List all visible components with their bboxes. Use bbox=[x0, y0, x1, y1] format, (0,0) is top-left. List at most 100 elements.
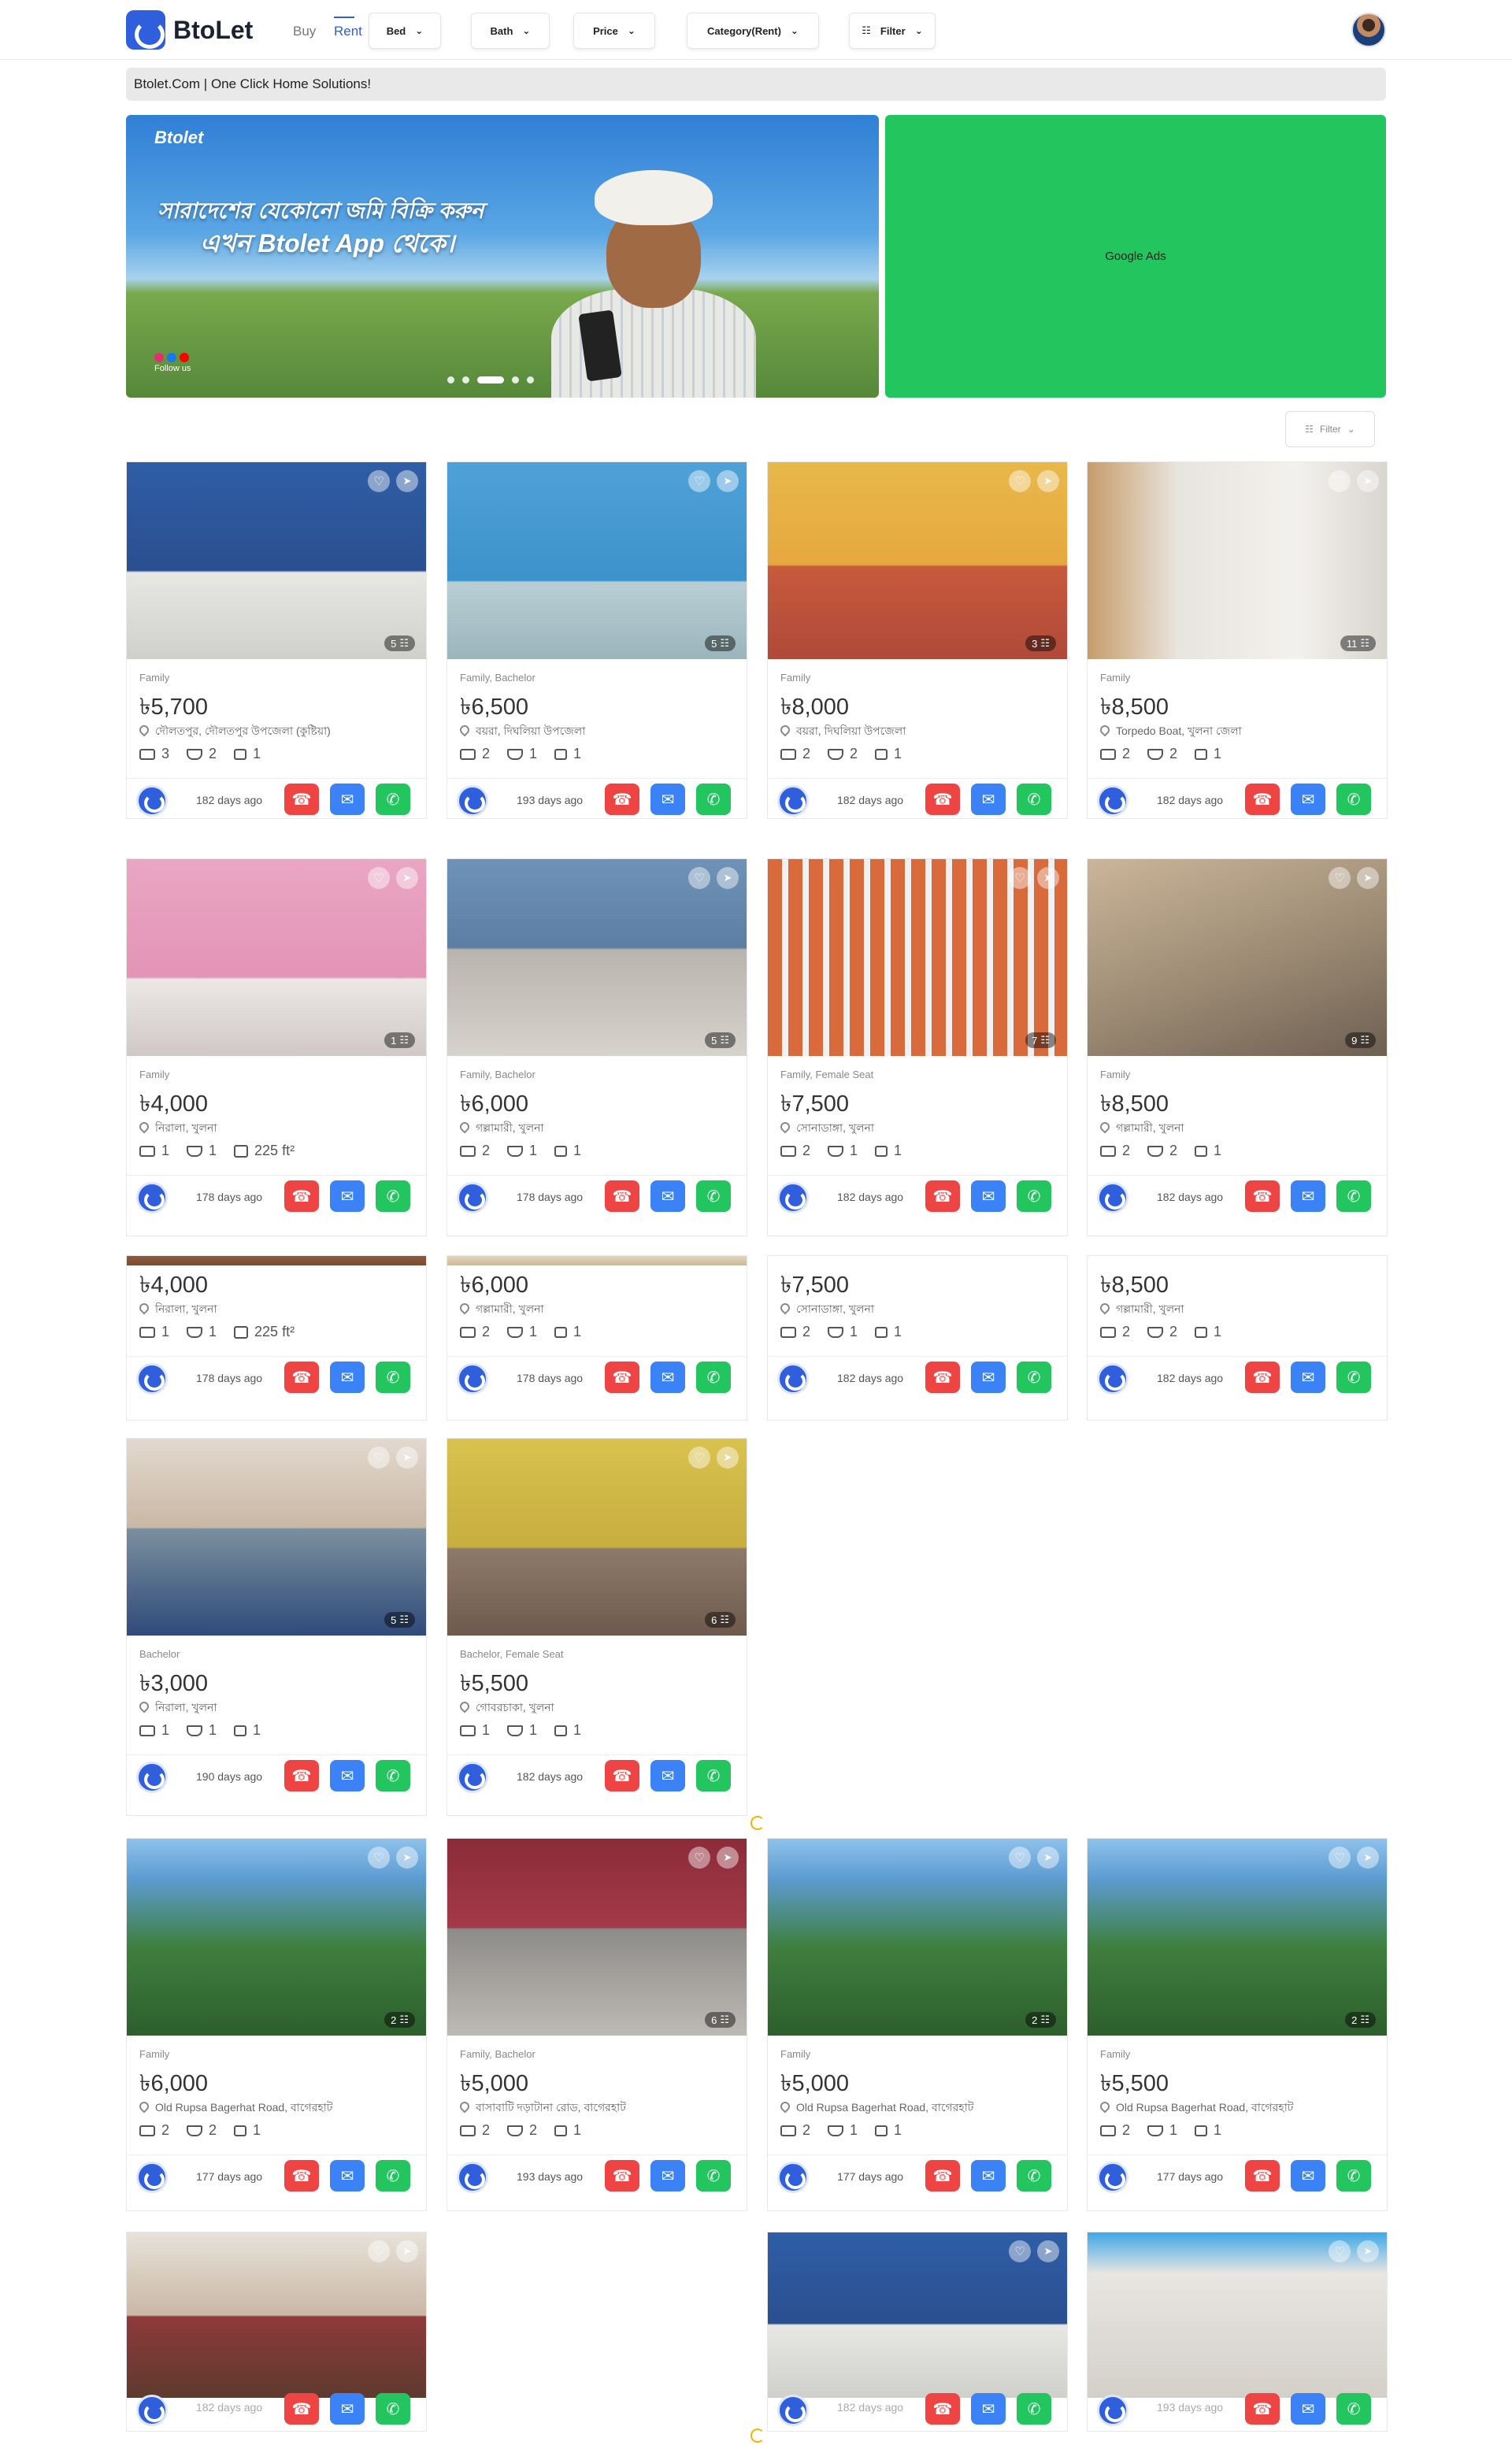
whatsapp-icon[interactable]: ✆ bbox=[376, 1180, 410, 1212]
owner-avatar[interactable] bbox=[136, 1182, 168, 1213]
owner-avatar[interactable] bbox=[1097, 2395, 1128, 2426]
heart-icon[interactable]: ♡ bbox=[1009, 867, 1031, 889]
email-icon[interactable]: ✉ bbox=[330, 2160, 365, 2192]
phone-icon[interactable]: ☎ bbox=[1245, 1180, 1280, 1212]
listing-card[interactable]: ♡ ➤ 11 ☷ Family ৳8,500 Torpedo Boat, খুলন… bbox=[1087, 461, 1388, 819]
whatsapp-icon[interactable]: ✆ bbox=[1336, 2393, 1371, 2425]
rent-tab[interactable]: Rent bbox=[334, 17, 362, 39]
owner-avatar[interactable] bbox=[777, 1182, 809, 1213]
whatsapp-icon[interactable]: ✆ bbox=[376, 1760, 410, 1791]
phone-icon[interactable]: ☎ bbox=[1245, 784, 1280, 815]
email-icon[interactable]: ✉ bbox=[330, 1760, 365, 1791]
listing-card[interactable]: ♡ ➤ 5 ☷ Family, Bachelor ৳6,500 বয়রা, দি… bbox=[447, 461, 747, 819]
phone-icon[interactable]: ☎ bbox=[284, 1180, 319, 1212]
share-icon[interactable]: ➤ bbox=[1037, 2240, 1059, 2262]
whatsapp-icon[interactable]: ✆ bbox=[376, 2393, 410, 2425]
share-icon[interactable]: ➤ bbox=[1037, 470, 1059, 492]
whatsapp-icon[interactable]: ✆ bbox=[376, 1362, 410, 1393]
bath-dropdown[interactable]: Bath ⌄ bbox=[471, 13, 550, 49]
share-icon[interactable]: ➤ bbox=[1037, 867, 1059, 889]
phone-icon[interactable]: ☎ bbox=[605, 1760, 639, 1791]
owner-avatar[interactable] bbox=[457, 1363, 488, 1395]
email-icon[interactable]: ✉ bbox=[1291, 2160, 1325, 2192]
phone-icon[interactable]: ☎ bbox=[925, 2160, 960, 2192]
whatsapp-icon[interactable]: ✆ bbox=[696, 1760, 731, 1791]
listing-photo[interactable]: ♡ ➤ 5 ☷ bbox=[447, 462, 747, 659]
share-icon[interactable]: ➤ bbox=[1037, 1847, 1059, 1869]
phone-icon[interactable]: ☎ bbox=[284, 2393, 319, 2425]
listing-card[interactable]: ♡ ➤ 5 ☷ Family, Bachelor ৳6,000 গল্লামারী… bbox=[447, 858, 747, 1236]
phone-icon[interactable]: ☎ bbox=[605, 784, 639, 815]
owner-avatar[interactable] bbox=[136, 1363, 168, 1395]
heart-icon[interactable]: ♡ bbox=[688, 1447, 710, 1469]
phone-icon[interactable]: ☎ bbox=[1245, 2160, 1280, 2192]
listing-photo[interactable]: ♡ ➤ 2 ☷ bbox=[768, 1839, 1067, 2036]
listing-photo[interactable]: ♡ ➤ 2 ☷ bbox=[1088, 1839, 1387, 2036]
whatsapp-icon[interactable]: ✆ bbox=[1017, 784, 1051, 815]
carousel-dot[interactable] bbox=[512, 376, 519, 383]
listing-photo[interactable]: ♡ ➤ 6 ☷ bbox=[447, 1439, 747, 1636]
phone-icon[interactable]: ☎ bbox=[1245, 1362, 1280, 1393]
email-icon[interactable]: ✉ bbox=[971, 784, 1006, 815]
email-icon[interactable]: ✉ bbox=[330, 2393, 365, 2425]
whatsapp-icon[interactable]: ✆ bbox=[1336, 784, 1371, 815]
owner-avatar[interactable] bbox=[457, 1762, 488, 1793]
share-icon[interactable]: ➤ bbox=[396, 2240, 418, 2262]
owner-avatar[interactable] bbox=[777, 2395, 809, 2426]
listing-card[interactable]: ৳7,500 সোনাডাঙ্গা, খুলনা 211 182 days ag… bbox=[767, 1255, 1068, 1421]
heart-icon[interactable]: ♡ bbox=[688, 470, 710, 492]
listing-filter-button[interactable]: ☷ Filter ⌄ bbox=[1285, 411, 1375, 447]
bed-dropdown[interactable]: Bed ⌄ bbox=[369, 13, 441, 49]
share-icon[interactable]: ➤ bbox=[1357, 1847, 1379, 1869]
listing-photo[interactable]: ♡ ➤ 9 ☷ bbox=[1088, 859, 1387, 1056]
whatsapp-icon[interactable]: ✆ bbox=[1336, 1180, 1371, 1212]
heart-icon[interactable]: ♡ bbox=[1329, 2240, 1351, 2262]
share-icon[interactable]: ➤ bbox=[717, 470, 739, 492]
email-icon[interactable]: ✉ bbox=[330, 784, 365, 815]
listing-card[interactable]: ♡ ➤ 6 ☷ Bachelor, Female Seat ৳5,500 গোবর… bbox=[447, 1438, 747, 1816]
email-icon[interactable]: ✉ bbox=[1291, 784, 1325, 815]
heart-icon[interactable]: ♡ bbox=[1329, 470, 1351, 492]
phone-icon[interactable]: ☎ bbox=[284, 1760, 319, 1791]
whatsapp-icon[interactable]: ✆ bbox=[696, 2160, 731, 2192]
phone-icon[interactable]: ☎ bbox=[925, 1362, 960, 1393]
whatsapp-icon[interactable]: ✆ bbox=[696, 1362, 731, 1393]
heart-icon[interactable]: ♡ bbox=[1329, 867, 1351, 889]
email-icon[interactable]: ✉ bbox=[971, 1180, 1006, 1212]
heart-icon[interactable]: ♡ bbox=[1329, 1847, 1351, 1869]
heart-icon[interactable]: ♡ bbox=[368, 470, 390, 492]
share-icon[interactable]: ➤ bbox=[717, 867, 739, 889]
phone-icon[interactable]: ☎ bbox=[925, 784, 960, 815]
carousel-dot[interactable] bbox=[477, 376, 504, 383]
email-icon[interactable]: ✉ bbox=[1291, 1180, 1325, 1212]
listing-photo[interactable]: ♡ ➤ bbox=[768, 2232, 1067, 2398]
listing-photo[interactable]: ♡ ➤ 11 ☷ bbox=[1088, 462, 1387, 659]
whatsapp-icon[interactable]: ✆ bbox=[1336, 2160, 1371, 2192]
listing-photo[interactable]: ♡ ➤ 3 ☷ bbox=[768, 462, 1067, 659]
phone-icon[interactable]: ☎ bbox=[1245, 2393, 1280, 2425]
owner-avatar[interactable] bbox=[136, 1762, 168, 1793]
listing-card[interactable]: ৳8,500 গল্লামারী, খুলনা 221 182 days ago… bbox=[1087, 1255, 1388, 1421]
listing-photo[interactable]: ♡ ➤ 2 ☷ bbox=[127, 1839, 426, 2036]
email-icon[interactable]: ✉ bbox=[650, 2160, 685, 2192]
heart-icon[interactable]: ♡ bbox=[1009, 1847, 1031, 1869]
owner-avatar[interactable] bbox=[1097, 1182, 1128, 1213]
listing-card[interactable]: ♡ ➤ 193 days ago ☎ ✉ ✆ bbox=[1087, 2232, 1388, 2432]
site-logo[interactable]: BtoLet bbox=[126, 10, 253, 50]
listing-photo[interactable]: ♡ ➤ 5 ☷ bbox=[127, 1439, 426, 1636]
listing-card[interactable]: ♡ ➤ 3 ☷ Family ৳8,000 বয়রা, দিঘলিয়া উপজ… bbox=[767, 461, 1068, 819]
listing-card[interactable]: ♡ ➤ 9 ☷ Family ৳8,500 গল্লামারী, খুলনা 22… bbox=[1087, 858, 1388, 1236]
owner-avatar[interactable] bbox=[777, 1363, 809, 1395]
carousel-dot[interactable] bbox=[447, 376, 454, 383]
share-icon[interactable]: ➤ bbox=[396, 1447, 418, 1469]
owner-avatar[interactable] bbox=[777, 2162, 809, 2193]
google-ads-slot[interactable]: Google Ads bbox=[885, 115, 1386, 398]
listing-card[interactable]: ♡ ➤ 5 ☷ Family ৳5,700 দৌলতপুর, দৌলতপুর উপ… bbox=[126, 461, 427, 819]
share-icon[interactable]: ➤ bbox=[396, 1847, 418, 1869]
whatsapp-icon[interactable]: ✆ bbox=[376, 784, 410, 815]
heart-icon[interactable]: ♡ bbox=[688, 867, 710, 889]
filter-dropdown[interactable]: ☷ Filter ⌄ bbox=[849, 13, 936, 49]
heart-icon[interactable]: ♡ bbox=[368, 1847, 390, 1869]
whatsapp-icon[interactable]: ✆ bbox=[1336, 1362, 1371, 1393]
email-icon[interactable]: ✉ bbox=[650, 1362, 685, 1393]
